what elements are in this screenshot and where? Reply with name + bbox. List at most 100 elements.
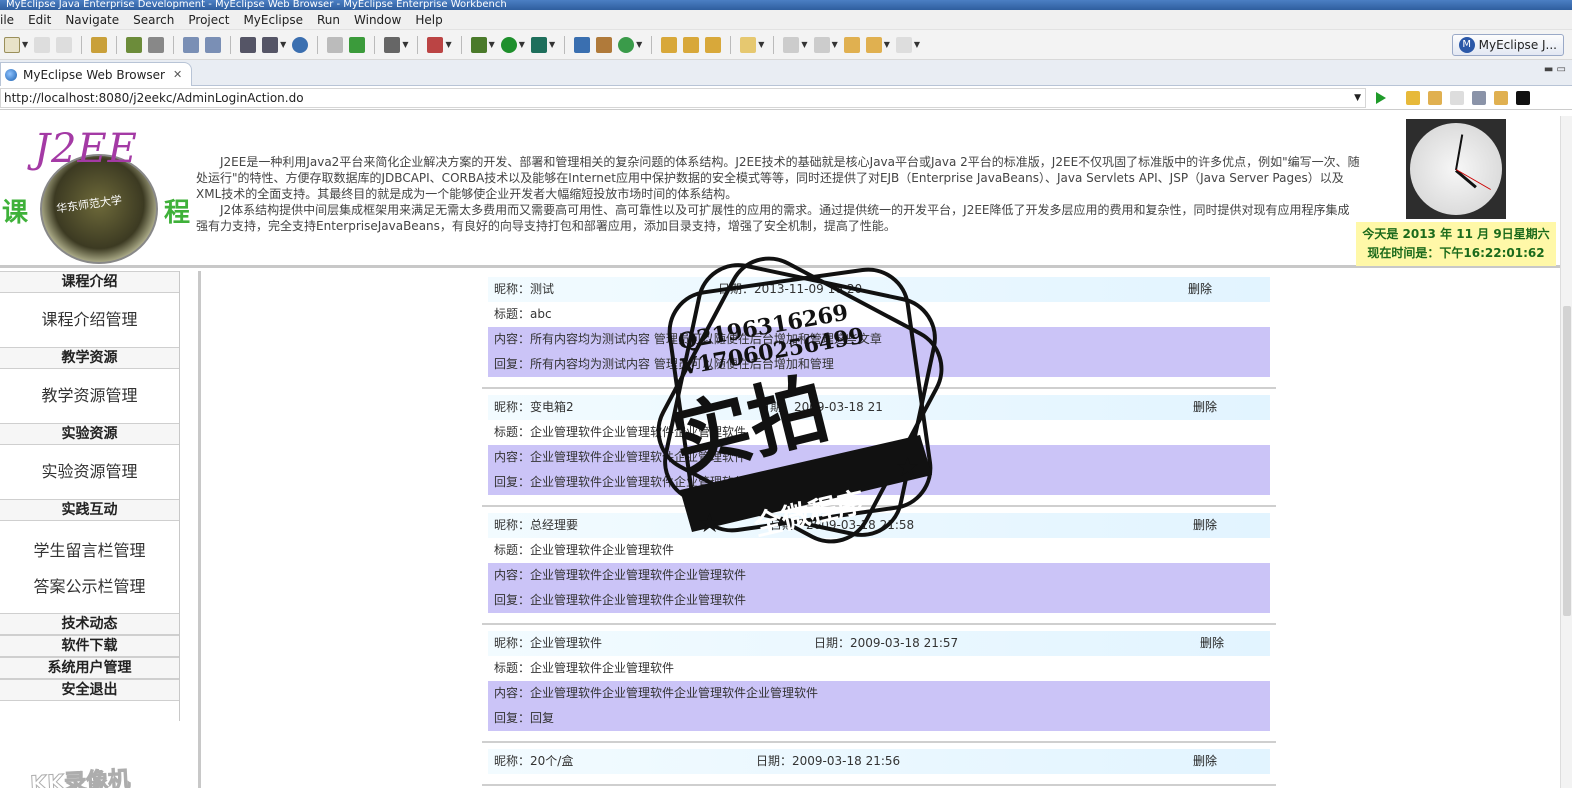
view-icon[interactable] [1516, 90, 1530, 105]
prev-annotation-icon[interactable] [813, 36, 830, 53]
clock-widget [1406, 119, 1506, 219]
perspective-label: MyEclipse J... [1478, 38, 1557, 52]
interface-icon[interactable] [596, 36, 613, 53]
sidebar-item-course-intro-manage[interactable]: 课程介绍管理 [0, 293, 179, 347]
delete-link[interactable]: 删除 [1200, 631, 1224, 656]
delete-link[interactable]: 删除 [1193, 395, 1217, 420]
sidebar-heading-logout[interactable]: 安全退出 [0, 679, 179, 701]
back-icon[interactable] [865, 36, 882, 53]
content-label: 内容： [494, 686, 531, 700]
menu-navigate[interactable]: Navigate [58, 13, 126, 27]
sidebar-heading-teaching[interactable]: 教学资源 [0, 347, 179, 369]
save-icon[interactable] [34, 36, 51, 53]
chevron-down-icon[interactable]: ▼ [445, 40, 451, 49]
new-icon[interactable] [4, 36, 20, 53]
folder-icon[interactable] [705, 36, 722, 53]
xml-icon[interactable] [262, 36, 279, 53]
run-external-icon[interactable] [530, 36, 547, 53]
go-icon[interactable] [1376, 91, 1386, 104]
chevron-down-icon[interactable]: ▼ [549, 40, 555, 49]
sidebar-heading-user-manage[interactable]: 系统用户管理 [0, 657, 179, 679]
deploy-icon[interactable] [183, 36, 200, 53]
tab-web-browser[interactable]: MyEclipse Web Browser ✕ [0, 62, 192, 86]
folder-open-icon[interactable] [661, 36, 678, 53]
close-icon[interactable]: ✕ [173, 68, 182, 81]
perspective-button[interactable]: M MyEclipse J... [1451, 34, 1564, 56]
date-field: 日期：2009-03-18 21:56 [756, 749, 900, 774]
undeploy-icon[interactable] [205, 36, 222, 53]
chevron-down-icon[interactable]: ▼ [758, 40, 764, 49]
stop-icon[interactable] [1472, 90, 1486, 105]
class-icon[interactable] [574, 36, 591, 53]
chevron-down-icon[interactable]: ▼ [801, 40, 807, 49]
chevron-down-icon[interactable]: ▼ [402, 40, 408, 49]
sidebar-item-answer-board[interactable]: 答案公示栏管理 [0, 569, 179, 605]
delete-link[interactable]: 删除 [1193, 749, 1217, 774]
content-value: 企业管理软件企业管理软件企业管理软件 [530, 450, 747, 464]
chevron-down-icon[interactable]: ▼ [22, 40, 28, 49]
bug-icon[interactable] [126, 36, 143, 53]
chevron-down-icon[interactable]: ▼ [914, 40, 920, 49]
sidebar-heading-course-intro[interactable]: 课程介绍 [0, 271, 179, 293]
menu-file[interactable]: ile [0, 13, 21, 27]
search-icon[interactable] [740, 36, 757, 53]
menu-myeclipse[interactable]: MyEclipse [236, 13, 310, 27]
message-header-row: 昵称：变电箱2 日期：2009-03-18 21 删除 [488, 395, 1270, 420]
print-icon[interactable] [56, 36, 73, 53]
chevron-down-icon[interactable]: ▼ [636, 40, 642, 49]
url-input[interactable]: http://localhost:8080/j2eekc/AdminLoginA… [0, 87, 1366, 108]
content-label: 内容： [494, 450, 531, 464]
debug-icon[interactable] [470, 36, 487, 53]
delete-link[interactable]: 删除 [1188, 277, 1212, 302]
reply-label: 回复： [494, 357, 531, 371]
chevron-down-icon[interactable]: ▼ [280, 40, 286, 49]
pen-icon[interactable] [683, 36, 700, 53]
sidebar-heading-lab[interactable]: 实验资源 [0, 423, 179, 445]
globe-icon[interactable] [292, 36, 309, 53]
sidebar-heading-downloads[interactable]: 软件下载 [0, 635, 179, 657]
sidebar-heading-tech-news[interactable]: 技术动态 [0, 613, 179, 635]
sidebar-heading-practice[interactable]: 实践互动 [0, 499, 179, 521]
menu-help[interactable]: Help [408, 13, 449, 27]
open-icon[interactable] [327, 36, 344, 53]
back-icon[interactable] [1428, 90, 1442, 105]
chevron-down-icon[interactable]: ▼ [489, 40, 495, 49]
chevron-down-icon[interactable]: ▼ [884, 40, 890, 49]
last-edit-icon[interactable] [843, 36, 860, 53]
delete-link[interactable]: 删除 [1193, 513, 1217, 538]
message-header-row: 昵称：企业管理软件 日期：2009-03-18 21:57 删除 [488, 631, 1270, 656]
db-icon[interactable] [240, 36, 257, 53]
vertical-scrollbar[interactable] [1560, 116, 1572, 788]
menu-search[interactable]: Search [126, 13, 181, 27]
toolbar-separator [651, 35, 653, 54]
add-icon[interactable] [349, 36, 366, 53]
package-icon[interactable] [91, 36, 108, 53]
chevron-down-icon[interactable]: ▼ [519, 40, 525, 49]
scrollbar-thumb[interactable] [1563, 306, 1571, 616]
content-value: 企业管理软件企业管理软件企业管理软件企业管理软件 [530, 686, 819, 700]
camera-icon[interactable] [384, 36, 401, 53]
sidebar-item-lab-manage[interactable]: 实验资源管理 [0, 445, 179, 499]
forward-icon[interactable] [1450, 90, 1464, 105]
globe-icon [5, 68, 17, 81]
sidebar-item-teaching-manage[interactable]: 教学资源管理 [0, 369, 179, 423]
chevron-down-icon[interactable]: ▼ [832, 40, 838, 49]
reply-label: 回复： [494, 593, 531, 607]
menu-run[interactable]: Run [310, 13, 347, 27]
menu-edit[interactable]: Edit [21, 13, 58, 27]
menu-project[interactable]: Project [181, 13, 236, 27]
forward-icon[interactable] [895, 36, 912, 53]
title-label: 标题： [494, 425, 531, 439]
refresh-icon[interactable] [618, 36, 635, 53]
reply-row: 回复：回复 [488, 706, 1270, 731]
server-icon[interactable] [148, 36, 165, 53]
refresh-icon[interactable] [1494, 90, 1508, 105]
sidebar-item-message-board[interactable]: 学生留言栏管理 [0, 533, 179, 569]
chevron-down-icon[interactable]: ▼ [1354, 89, 1361, 107]
wizard-icon[interactable] [427, 36, 444, 53]
menu-window[interactable]: Window [347, 13, 408, 27]
run-icon[interactable] [500, 36, 517, 53]
favorites-icon[interactable] [1406, 90, 1420, 105]
minimize-icon[interactable]: ▬ ▭ [1544, 64, 1566, 75]
next-annotation-icon[interactable] [783, 36, 800, 53]
